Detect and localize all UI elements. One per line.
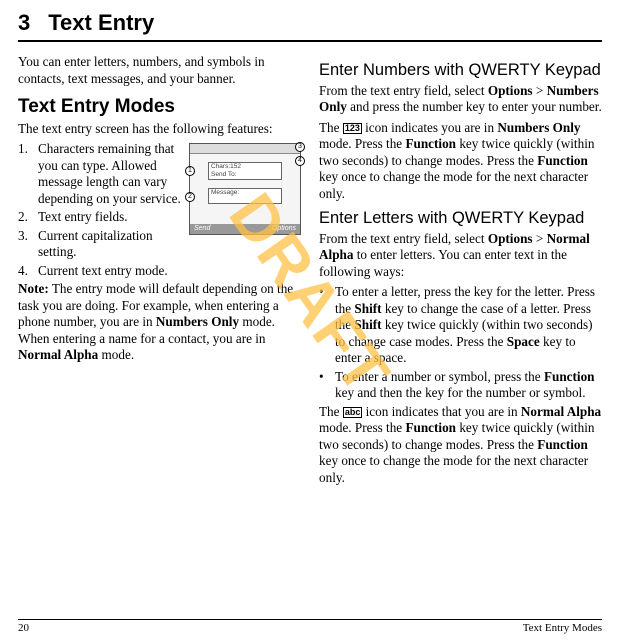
s2p2-a: The — [319, 404, 343, 419]
bullet-2: To enter a number or symbol, press the F… — [319, 369, 602, 402]
b2-a: To enter a number or symbol, press the — [335, 369, 544, 384]
s1-options: Options — [488, 83, 533, 98]
enter-letters-heading: Enter Letters with QWERTY Keypad — [319, 208, 602, 229]
enter-numbers-p1: From the text entry field, select Option… — [319, 83, 602, 116]
chapter-number: 3 — [18, 10, 30, 36]
left-column: You can enter letters, numbers, and symb… — [18, 54, 301, 490]
s1-a: From the text entry field, select — [319, 83, 488, 98]
s2-c: > — [533, 231, 547, 246]
s2-a: From the text entry field, select — [319, 231, 488, 246]
note-text-e: mode. — [98, 347, 134, 362]
s1-c: > — [533, 83, 547, 98]
s2p2-d: mode. Press the — [319, 420, 405, 435]
b1-space: Space — [507, 334, 540, 349]
s2-e: to enter letters. You can enter text in … — [319, 247, 567, 279]
right-column: Enter Numbers with QWERTY Keypad From th… — [319, 54, 602, 490]
feature-item-2: Text entry fields. — [18, 209, 301, 226]
note-paragraph: Note: The entry mode will default depend… — [18, 281, 301, 364]
s2p2-function1: Function — [405, 420, 456, 435]
chapter-title: Text Entry — [48, 10, 154, 36]
s1p2-h: key once to change the mode for the next… — [319, 169, 588, 201]
s1-e: and press the number key to enter your n… — [347, 99, 602, 114]
alpha-mode-icon: abc — [343, 407, 363, 418]
features-list: Characters remaining that you can type. … — [18, 141, 301, 279]
s1p2-numbers-only: Numbers Only — [497, 120, 580, 135]
note-numbers-only: Numbers Only — [156, 314, 239, 329]
b1-shift1: Shift — [354, 301, 381, 316]
s1p2-function1: Function — [405, 136, 456, 151]
s2p2-function2: Function — [537, 437, 588, 452]
enter-letters-p1: From the text entry field, select Option… — [319, 231, 602, 281]
s1p2-a: The — [319, 120, 343, 135]
enter-letters-p2: The abc icon indicates that you are in N… — [319, 404, 602, 487]
feature-item-3: Current capitalization setting. — [18, 228, 301, 261]
enter-letters-bullets: To enter a letter, press the key for the… — [319, 284, 602, 402]
intro-paragraph: You can enter letters, numbers, and symb… — [18, 54, 301, 87]
s1p2-d: mode. Press the — [319, 136, 405, 151]
s2p2-h: key once to change the mode for the next… — [319, 453, 588, 485]
chapter-heading: 3 Text Entry — [18, 10, 602, 42]
s1p2-b: icon indicates you are in — [362, 120, 498, 135]
enter-numbers-p2: The 123 icon indicates you are in Number… — [319, 120, 602, 203]
s1p2-function2: Function — [537, 153, 588, 168]
text-entry-modes-heading: Text Entry Modes — [18, 95, 301, 119]
bullet-1: To enter a letter, press the key for the… — [319, 284, 602, 367]
b2-c: key and then the key for the number or s… — [335, 385, 586, 400]
modes-lead: The text entry screen has the following … — [18, 121, 301, 138]
b2-function: Function — [544, 369, 595, 384]
page-content: 3 Text Entry You can enter letters, numb… — [0, 0, 620, 490]
page-footer: 20 Text Entry Modes — [18, 619, 602, 634]
b1-shift2: Shift — [354, 317, 381, 332]
feature-item-1: Characters remaining that you can type. … — [18, 141, 301, 207]
s2-options: Options — [488, 231, 533, 246]
feature-item-4: Current text entry mode. — [18, 263, 301, 280]
page-number: 20 — [18, 622, 29, 634]
note-label: Note: — [18, 281, 49, 296]
s2p2-b: icon indicates that you are in — [362, 404, 521, 419]
enter-numbers-heading: Enter Numbers with QWERTY Keypad — [319, 60, 602, 81]
numbers-mode-icon: 123 — [343, 123, 362, 134]
s2p2-normal-alpha: Normal Alpha — [521, 404, 601, 419]
footer-section: Text Entry Modes — [523, 622, 602, 634]
note-normal-alpha: Normal Alpha — [18, 347, 98, 362]
